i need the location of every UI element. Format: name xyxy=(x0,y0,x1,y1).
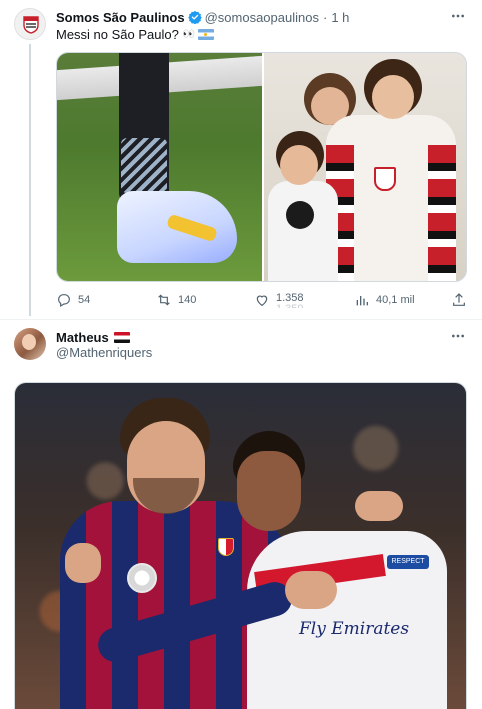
champions-league-patch xyxy=(127,563,157,593)
tweet-text: Messi no São Paulo? 👀 xyxy=(56,27,215,42)
author-handle[interactable]: @Mathenriquers xyxy=(56,345,152,360)
cartoon-print xyxy=(286,201,314,229)
argentina-flag-icon xyxy=(198,29,215,40)
respect-patch: RESPECT xyxy=(387,555,429,569)
author-handle[interactable]: @somosaopaulinos xyxy=(205,10,319,25)
child-face xyxy=(280,145,318,185)
eyes-emoji: 👀 xyxy=(182,29,195,40)
views-button[interactable]: 40,1 mil xyxy=(354,290,415,310)
author-avatar[interactable] xyxy=(14,328,46,360)
tweet-text-body: Messi no São Paulo? xyxy=(56,27,179,42)
player-hand xyxy=(65,543,101,583)
avatar-face xyxy=(22,334,36,350)
tweet-header: Matheus xyxy=(56,328,130,346)
player-face xyxy=(237,451,301,531)
thread-connector-line xyxy=(29,44,31,316)
shirt-stripe-right xyxy=(428,145,456,281)
author-display-name[interactable]: Somos São Paulinos xyxy=(56,10,185,25)
reply-button[interactable]: 54 xyxy=(56,290,90,310)
player-hand xyxy=(355,491,403,521)
football-boot-photo[interactable] xyxy=(57,53,262,281)
repost-icon xyxy=(158,294,170,306)
tweet-media-grid[interactable] xyxy=(56,52,467,282)
more-options-icon[interactable] xyxy=(450,8,466,24)
child-face xyxy=(372,75,414,119)
tweet-actions: 54 140 1.358 1.359 40,1 mil xyxy=(56,290,467,310)
like-button[interactable]: 1.358 1.359 xyxy=(254,290,304,310)
spfc-badge xyxy=(374,167,396,191)
spfc-shirt xyxy=(326,115,456,281)
reply-icon xyxy=(58,294,70,308)
view-count: 40,1 mil xyxy=(376,294,415,306)
tweet-2[interactable]: Matheus @Mathenriquers RESPECT Fly Emira… xyxy=(0,320,482,709)
reply-count: 54 xyxy=(78,294,91,306)
like-count-next: 1.359 xyxy=(276,304,304,308)
more-options-icon[interactable] xyxy=(450,328,466,344)
like-count: 1.358 xyxy=(276,291,304,304)
messi-lucas-hug-photo[interactable]: RESPECT Fly Emirates xyxy=(14,382,467,709)
share-button[interactable] xyxy=(451,290,467,310)
repost-button[interactable]: 140 xyxy=(156,290,196,310)
egypt-flag-icon xyxy=(113,331,130,343)
kids-spfc-shirt-photo[interactable] xyxy=(264,53,466,281)
repost-count: 140 xyxy=(178,294,197,306)
spfc-crest-icon xyxy=(23,16,39,34)
child-shirt xyxy=(268,181,338,281)
separator-dot: · xyxy=(322,9,328,25)
sock-pattern xyxy=(121,138,167,193)
tweet-header: Somos São Paulinos @somosaopaulinos · 1 … xyxy=(56,8,349,26)
tweet-1[interactable]: Somos São Paulinos @somosaopaulinos · 1 … xyxy=(0,0,482,320)
barcelona-badge xyxy=(218,538,234,556)
tweet-timestamp[interactable]: 1 h xyxy=(331,10,349,25)
verified-badge-icon xyxy=(187,10,202,24)
author-avatar[interactable] xyxy=(14,8,46,40)
like-count-roller: 1.358 1.359 xyxy=(276,291,304,308)
player-hand xyxy=(285,571,337,609)
author-display-name[interactable]: Matheus xyxy=(56,330,109,345)
views-chart-icon xyxy=(356,296,368,306)
shirt-sponsor: Fly Emirates xyxy=(299,619,410,639)
share-icon xyxy=(453,293,465,306)
heart-icon xyxy=(256,295,268,307)
